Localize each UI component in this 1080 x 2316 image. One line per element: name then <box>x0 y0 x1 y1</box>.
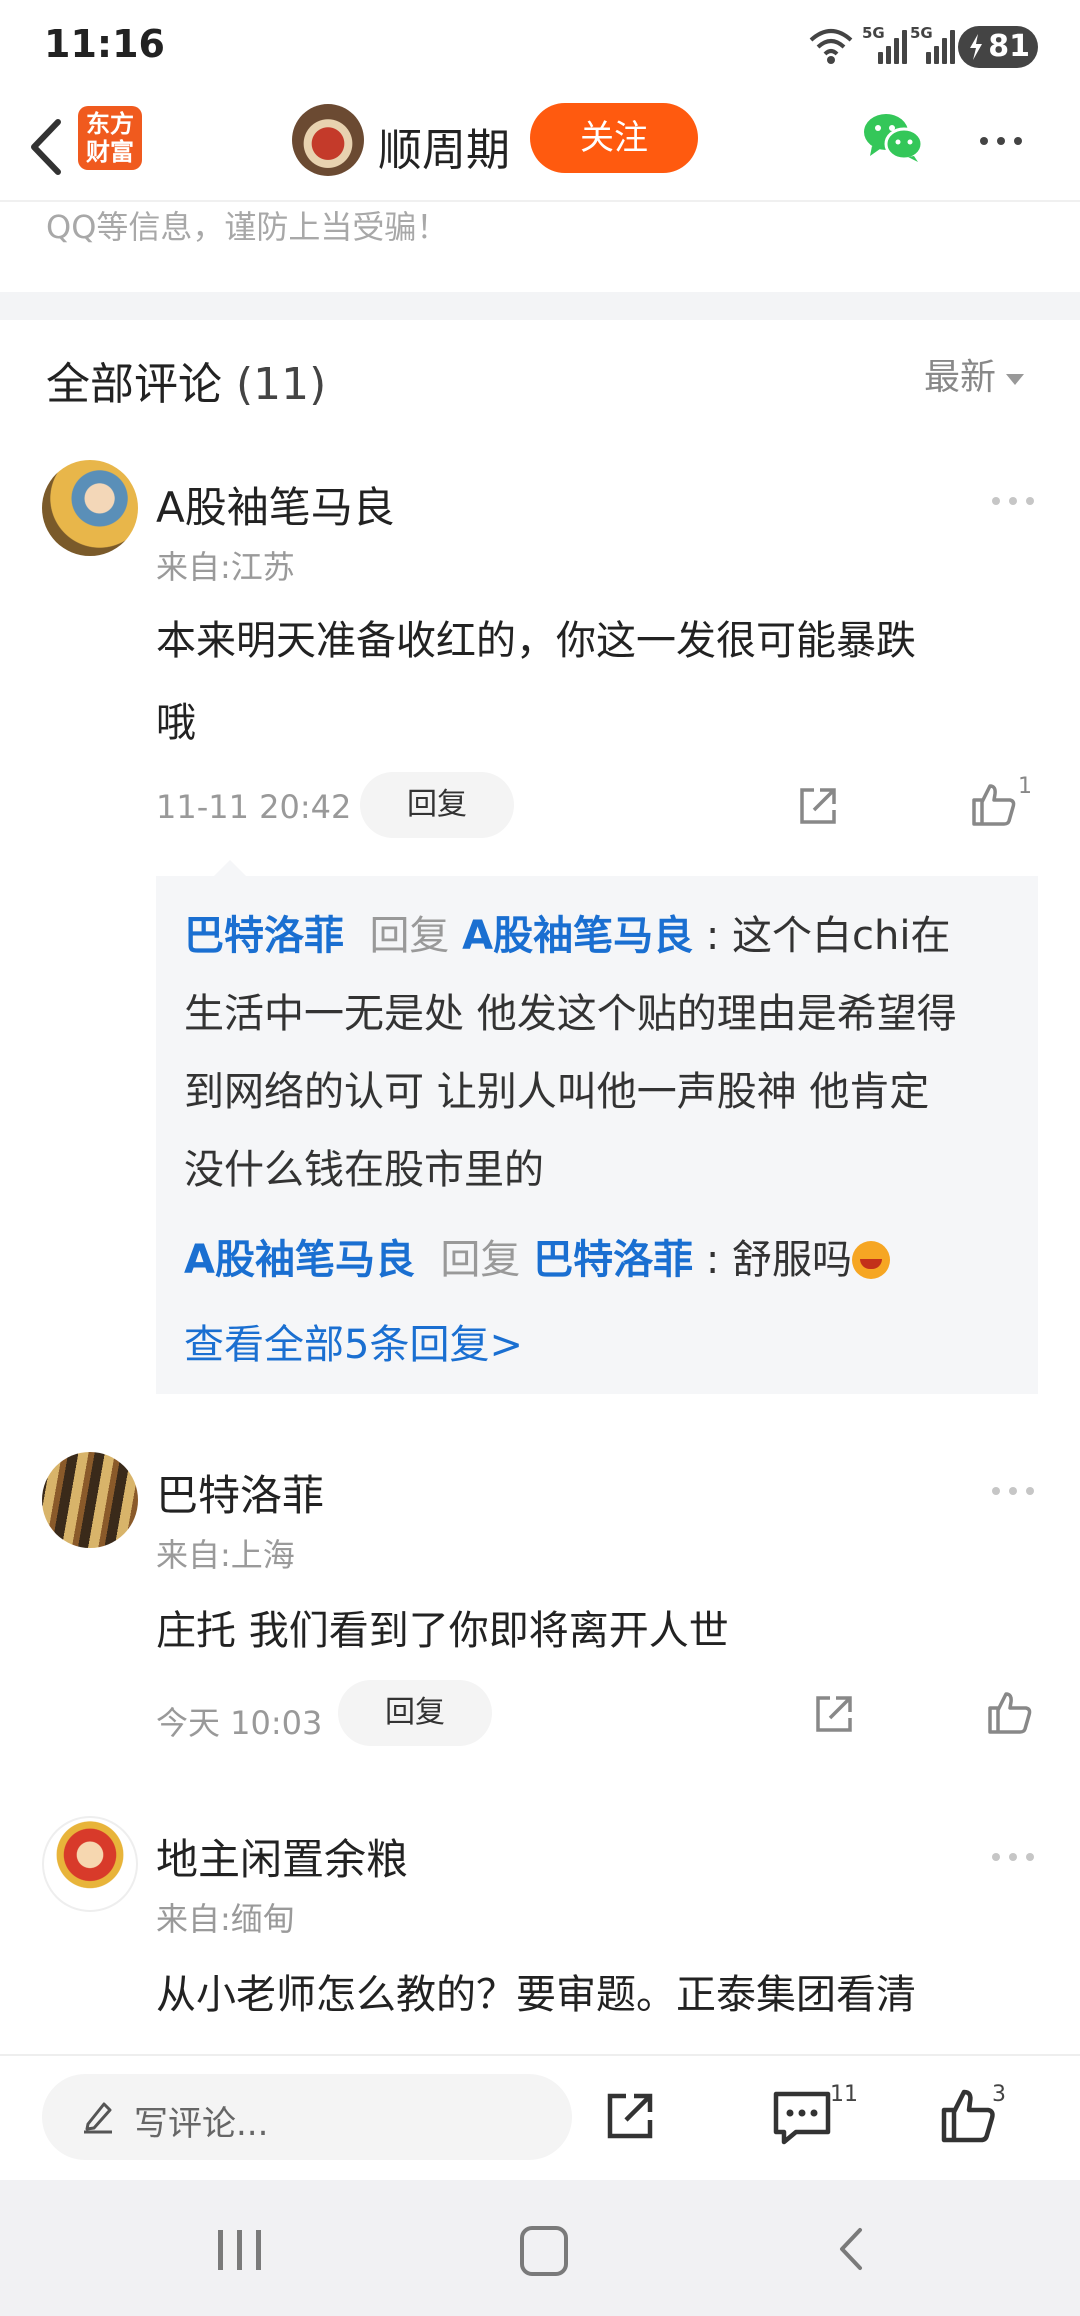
reply-pointer <box>214 860 246 876</box>
signal-icon: 5G <box>910 24 955 64</box>
reply-item[interactable]: A股袖笔马良 回复 巴特洛菲 : 舒服吗 <box>184 1220 1024 1300</box>
status-bar: 11:16 5G 5G 81 <box>0 0 1080 96</box>
comment-author[interactable]: A股袖笔马良 <box>156 474 395 535</box>
comment-time: 11-11 20:42 <box>156 788 352 826</box>
wechat-icon[interactable] <box>862 112 924 164</box>
app-logo[interactable]: 东方财富 <box>78 106 142 170</box>
follow-button[interactable]: 关注 <box>530 103 698 173</box>
comment-text: 本来明天准备收红的，你这一发很可能暴跌 哦 <box>156 618 916 746</box>
pen-icon <box>84 2102 112 2134</box>
like-count: 3 <box>992 2082 1006 2107</box>
thumbs-up-icon[interactable] <box>940 2086 998 2144</box>
comment-count: 11 <box>830 2082 858 2107</box>
comment-author[interactable]: 地主闲置余粮 <box>156 1826 408 1887</box>
battery-indicator: 81 <box>958 26 1038 68</box>
reply-text: 没什么钱在股市里的 <box>184 1147 544 1193</box>
reply-item[interactable]: 巴特洛菲 回复 A股袖笔马良 : 这个白chi在 <box>184 896 1024 976</box>
author-avatar[interactable] <box>292 104 364 176</box>
recent-apps-icon[interactable] <box>218 2230 275 2274</box>
comment-placeholder[interactable]: 写评论... <box>134 2096 268 2145</box>
wifi-icon <box>809 29 853 64</box>
avatar[interactable] <box>42 1452 138 1548</box>
signal-icon: 5G <box>862 24 907 64</box>
thumbs-up-icon[interactable] <box>970 780 1018 828</box>
fraud-notice: QQ等信息，谨防上当受骗！ <box>46 208 449 246</box>
charging-icon <box>970 34 982 60</box>
sort-dropdown[interactable]: 最新 <box>924 348 1025 400</box>
comment-text: 从小老师怎么教的？要审题。正泰集团看清 <box>156 1972 916 2018</box>
reply-button[interactable]: 回复 <box>338 1680 492 1746</box>
comment-more-icon[interactable] <box>992 1846 1043 1865</box>
avatar[interactable] <box>42 460 138 556</box>
avatar[interactable] <box>42 1816 138 1912</box>
reply-button[interactable]: 回复 <box>360 772 514 838</box>
share-icon[interactable] <box>812 1692 856 1736</box>
comment-input[interactable] <box>42 2074 572 2160</box>
comment-more-icon[interactable] <box>992 490 1043 509</box>
battery-level: 81 <box>988 29 1030 64</box>
like-count: 1 <box>1018 774 1032 799</box>
caret-down-icon <box>1006 373 1025 385</box>
comment-text: 庄托 我们看到了你即将离开人世 <box>156 1608 729 1654</box>
comment-time: 今天 10:03 <box>156 1704 323 1742</box>
comment-location: 来自:缅甸 <box>156 1900 295 1938</box>
comments-count: (11) <box>236 359 327 410</box>
nav-back-icon[interactable] <box>832 2226 872 2272</box>
comment-location: 来自:江苏 <box>156 548 295 586</box>
home-icon[interactable] <box>520 2226 568 2276</box>
share-icon[interactable] <box>796 784 840 828</box>
comment-author[interactable]: 巴特洛菲 <box>156 1462 324 1523</box>
more-options-icon[interactable] <box>980 130 1031 149</box>
status-time: 11:16 <box>44 22 165 66</box>
share-icon[interactable] <box>602 2088 658 2144</box>
thumbs-up-icon[interactable] <box>986 1688 1034 1736</box>
view-all-replies-link[interactable]: 查看全部5条回复> <box>184 1312 523 1370</box>
comment-icon[interactable] <box>770 2088 834 2146</box>
author-name[interactable]: 顺周期 <box>378 114 510 178</box>
grinning-emoji-icon <box>852 1241 891 1279</box>
comment-location: 来自:上海 <box>156 1536 295 1574</box>
section-divider <box>0 292 1080 320</box>
comments-title: 全部评论 (11) <box>46 359 327 410</box>
comment-more-icon[interactable] <box>992 1480 1043 1499</box>
back-icon[interactable] <box>18 112 78 182</box>
reply-text: 生活中一无是处 他发这个贴的理由是希望得 <box>184 991 957 1037</box>
reply-text: 到网络的认可 让别人叫他一声股神 他肯定 <box>184 1069 930 1115</box>
